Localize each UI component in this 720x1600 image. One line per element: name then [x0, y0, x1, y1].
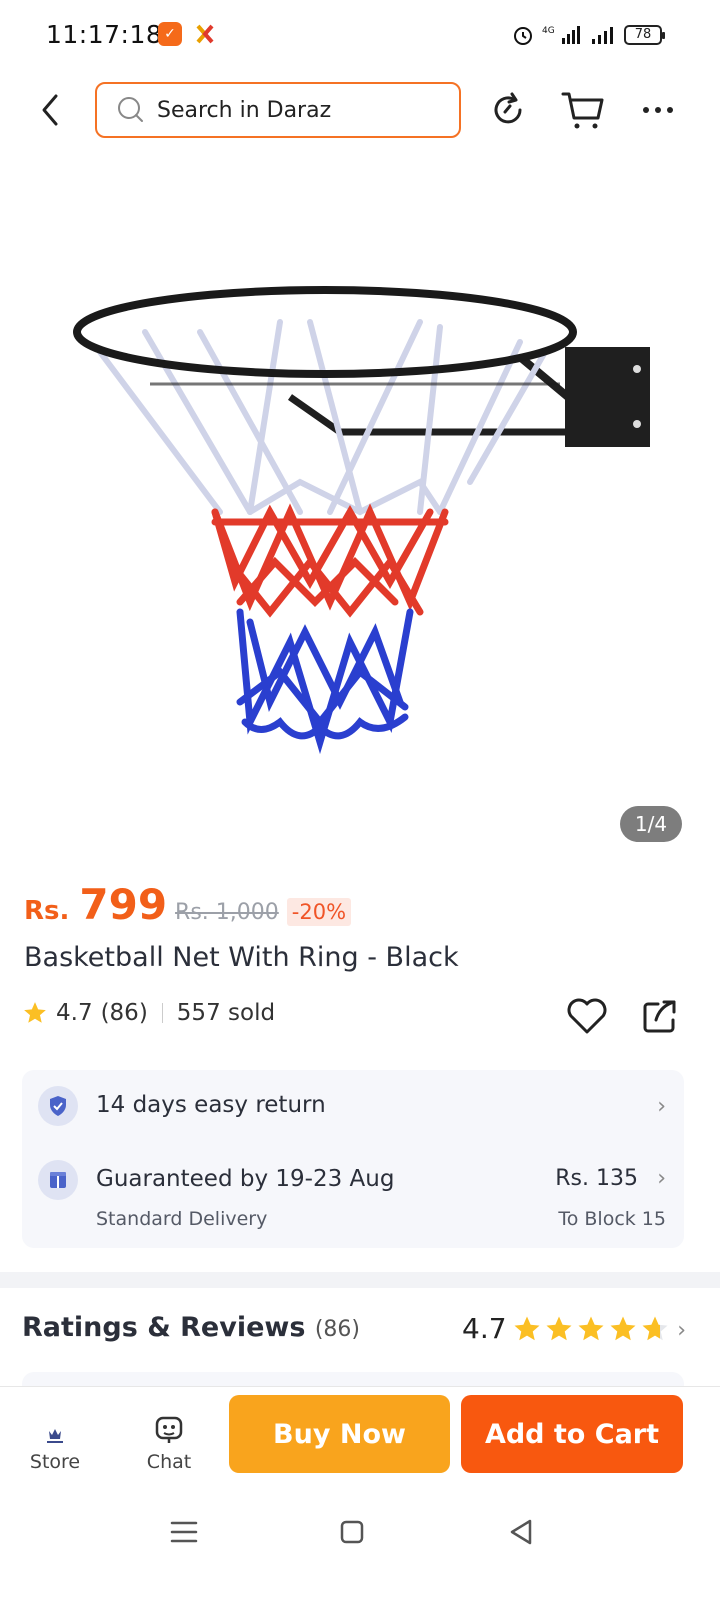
chevron-right-icon: ›	[657, 1166, 666, 1191]
search-icon	[118, 97, 143, 122]
back-arrow-icon	[42, 94, 58, 126]
product-image-gallery[interactable]: 1/4	[0, 162, 720, 862]
wishlist-button[interactable]	[566, 996, 608, 1036]
reviews-title: Ratings & Reviews	[22, 1312, 306, 1343]
chevron-right-icon: ›	[677, 1318, 686, 1343]
delivery-fee: Rs. 135	[555, 1166, 638, 1191]
star-rating	[512, 1314, 670, 1344]
price-currency: Rs.	[24, 896, 70, 926]
reviews-heading: Ratings & Reviews (86)	[22, 1312, 360, 1343]
service-card: 14 days easy return › Guaranteed by 19-2…	[22, 1070, 684, 1248]
add-to-cart-button[interactable]: Add to Cart	[461, 1395, 683, 1473]
cart-icon	[561, 92, 604, 129]
alarm-icon	[514, 27, 532, 45]
menu-icon	[170, 1521, 198, 1543]
image-page-indicator: 1/4	[620, 806, 682, 842]
price-value: 799	[79, 880, 168, 929]
store-button[interactable]: Store	[20, 1411, 90, 1473]
battery-icon: 78	[624, 25, 665, 45]
section-divider	[0, 1272, 720, 1288]
search-input[interactable]: Search in Daraz	[95, 82, 461, 138]
delivery-guarantee-text: Guaranteed by 19-23 Aug	[96, 1166, 395, 1192]
more-icon	[643, 107, 673, 113]
back-nav-button[interactable]	[500, 1510, 544, 1554]
share-icon	[643, 1000, 676, 1033]
back-triangle-icon	[510, 1519, 532, 1545]
shield-check-icon	[38, 1086, 78, 1126]
chevron-right-icon: ›	[657, 1094, 666, 1119]
share-button[interactable]	[640, 996, 680, 1036]
signal-icon	[592, 27, 613, 44]
chat-button[interactable]: Chat	[134, 1411, 204, 1473]
more-button[interactable]	[638, 88, 682, 132]
heart-icon	[567, 998, 607, 1034]
bottom-action-bar: Store Chat Buy Now Add to Cart	[0, 1386, 720, 1486]
star-icon	[546, 1316, 572, 1341]
status-time: 11:17:18	[46, 20, 163, 49]
search-placeholder: Search in Daraz	[157, 97, 332, 123]
cellular-4g-icon: 4G	[542, 26, 580, 44]
top-header: Search in Daraz	[0, 80, 720, 142]
package-icon	[38, 1160, 78, 1200]
app-notification-icon	[194, 22, 216, 46]
delivery-type: Standard Delivery	[96, 1208, 268, 1230]
rating-row[interactable]: 4.7 (86) 557 sold	[22, 1000, 275, 1026]
chat-icon	[155, 1416, 183, 1443]
chat-label: Chat	[146, 1451, 192, 1473]
store-label: Store	[29, 1451, 81, 1473]
home-icon	[340, 1520, 364, 1544]
refresh-icon	[494, 92, 522, 124]
return-policy-text: 14 days easy return	[96, 1092, 326, 1118]
original-price: Rs. 1,000	[175, 900, 279, 925]
product-title: Basketball Net With Ring - Black	[24, 942, 459, 973]
refresh-button[interactable]	[486, 88, 530, 132]
rating-count: (86)	[100, 1000, 148, 1026]
star-icon	[578, 1316, 604, 1341]
star-icon	[24, 1002, 46, 1023]
delivery-destination: To Block 15	[558, 1208, 666, 1230]
cart-button[interactable]	[560, 88, 604, 132]
home-nav-button[interactable]	[330, 1510, 374, 1554]
sold-count: 557 sold	[176, 1000, 276, 1026]
price-row: Rs. 799 Rs. 1,000 -20%	[24, 880, 352, 929]
star-icon	[642, 1316, 668, 1341]
star-icon	[610, 1316, 636, 1341]
ratings-reviews-header[interactable]: Ratings & Reviews (86) 4.7 ›	[22, 1308, 690, 1352]
discount-badge: -20%	[286, 898, 352, 926]
rating-value: 4.7	[56, 1000, 93, 1026]
reviews-score: 4.7	[462, 1312, 507, 1345]
back-button[interactable]	[28, 88, 72, 132]
menu-nav-button[interactable]	[162, 1510, 206, 1554]
product-image	[73, 286, 650, 755]
separator	[161, 1003, 163, 1023]
star-icon	[514, 1316, 540, 1341]
reviews-count: (86)	[314, 1317, 360, 1342]
svg-text:4G: 4G	[542, 26, 555, 36]
status-icons: 4G 78	[512, 22, 665, 48]
status-bar: 11:17:18 ✓ 4G 78	[0, 0, 720, 70]
system-nav-bar	[0, 1490, 720, 1600]
store-icon	[47, 1429, 63, 1443]
daraz-notification-icon: ✓	[158, 22, 182, 46]
buy-now-button[interactable]: Buy Now	[229, 1395, 450, 1473]
